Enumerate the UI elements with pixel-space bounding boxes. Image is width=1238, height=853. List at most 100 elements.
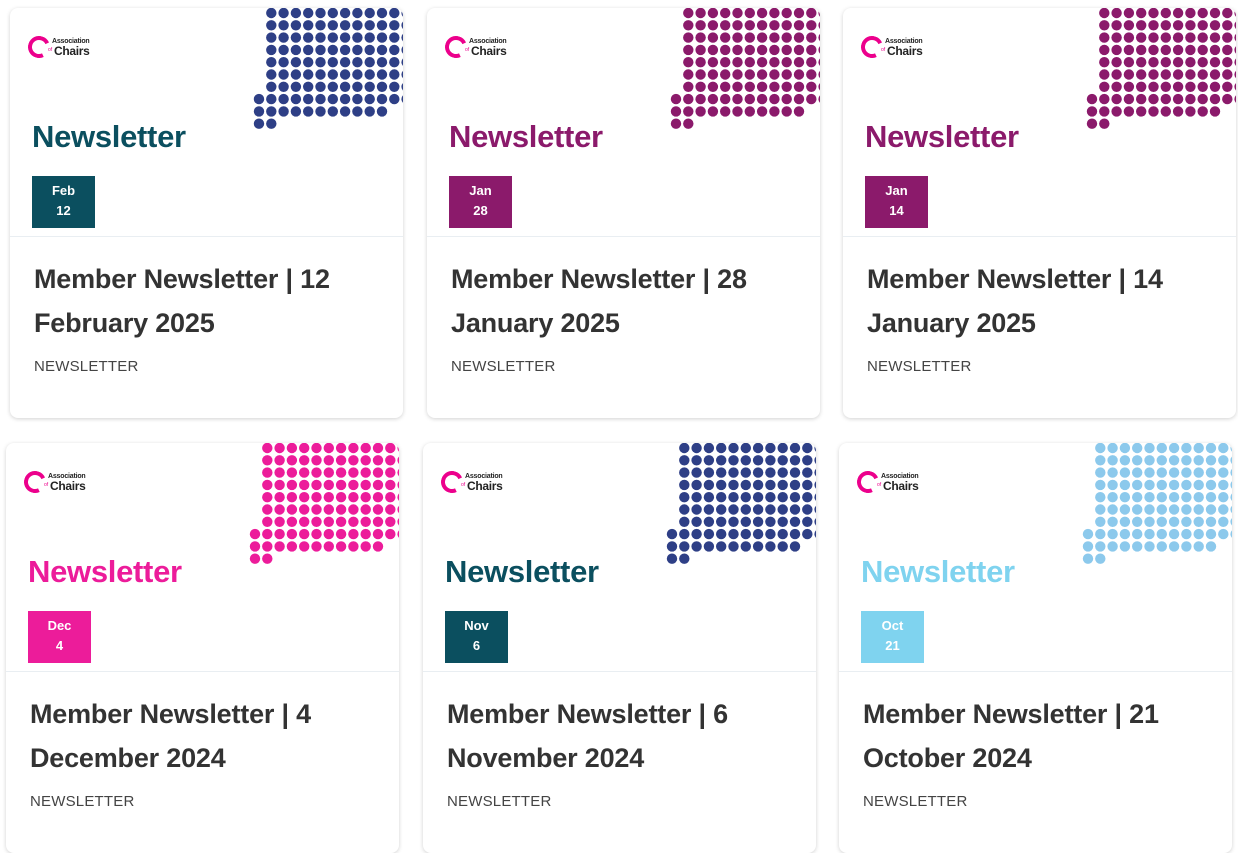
- bubble-dot: [1197, 20, 1208, 31]
- bubble-dot: [1172, 8, 1184, 19]
- bubble-dot: [732, 44, 743, 56]
- bubble-dot: [335, 455, 347, 466]
- association-of-chairs-logo: Association of Chairs: [437, 467, 531, 499]
- card-title-link[interactable]: Member Newsletter | 6 November 2024: [447, 692, 797, 780]
- bubble-dot: [793, 81, 805, 93]
- newsletter-card[interactable]: Association of Chairs Newsletter Feb 12 Member…: [10, 8, 403, 418]
- bubble-dot: [290, 81, 302, 93]
- bubble-dot: [352, 57, 363, 68]
- bubble-dot: [691, 455, 702, 466]
- bubble-dot: [679, 516, 690, 527]
- bubble-dot: [266, 93, 277, 105]
- bubble-dot: [769, 93, 780, 105]
- bubble-dot: [703, 492, 715, 503]
- bubble-dot: [814, 518, 816, 526]
- bubble-dot: [352, 32, 363, 43]
- bubble-dot: [249, 528, 261, 540]
- bubble-dot: [290, 20, 302, 31]
- card-title-link[interactable]: Member Newsletter | 12 February 2025: [34, 257, 384, 345]
- bubble-dot: [1107, 504, 1118, 515]
- bubble-dot: [1095, 504, 1106, 515]
- bubble-dot: [802, 516, 813, 527]
- newsletter-card[interactable]: Association of Chairs Newsletter Jan 14 Member…: [843, 8, 1236, 418]
- bubble-dot: [752, 443, 764, 454]
- bubble-dot: [397, 505, 399, 514]
- date-day: 14: [889, 203, 904, 218]
- bubble-dot: [1193, 541, 1204, 552]
- bubble-dot: [1160, 69, 1171, 80]
- card-divider: [6, 671, 399, 672]
- card-heading: Newsletter: [449, 119, 603, 154]
- bubble-dot: [728, 528, 739, 540]
- bubble-dot: [274, 504, 285, 515]
- bubble-dot: [744, 93, 755, 105]
- bubble-dot: [1222, 93, 1233, 105]
- bubble-dot: [1230, 518, 1232, 526]
- bubble-dot: [740, 455, 751, 466]
- bubble-dot: [364, 20, 375, 31]
- bubble-dot: [262, 528, 273, 540]
- bubble-dot: [389, 8, 400, 19]
- bubble-dot: [352, 106, 363, 117]
- bubble-dot: [1144, 479, 1155, 491]
- bubble-dot: [777, 492, 788, 503]
- bubble-dot: [683, 69, 694, 80]
- card-divider: [423, 671, 816, 672]
- newsletter-card[interactable]: Association of Chairs Newsletter Nov 6 Member …: [423, 443, 816, 853]
- bubble-dot: [323, 455, 334, 466]
- bubble-dot: [389, 44, 400, 56]
- bubble-dot: [299, 479, 310, 491]
- bubble-dot: [814, 468, 816, 477]
- bubble-dot: [1132, 467, 1143, 478]
- card-title-link[interactable]: Member Newsletter | 21 October 2024: [863, 692, 1213, 780]
- bubble-dot: [1136, 106, 1147, 117]
- bubble-dot: [744, 106, 755, 117]
- bubble-dot: [253, 106, 265, 117]
- bubble-dot: [303, 81, 314, 93]
- bubble-dot: [1234, 21, 1236, 30]
- bubble-dot: [695, 81, 706, 93]
- card-title-link[interactable]: Member Newsletter | 28 January 2025: [451, 257, 801, 345]
- card-divider: [843, 236, 1236, 237]
- bubble-dot: [756, 20, 768, 31]
- bubble-dot: [262, 553, 273, 564]
- bubble-dot: [1086, 118, 1098, 129]
- card-title-link[interactable]: Member Newsletter | 14 January 2025: [867, 257, 1217, 345]
- newsletter-card[interactable]: Association of Chairs Newsletter Jan 28 Member…: [427, 8, 820, 418]
- bubble-dot: [703, 504, 715, 515]
- bubble-dot: [1168, 455, 1180, 466]
- bubble-dot: [1222, 81, 1233, 93]
- bubble-dot: [1234, 46, 1236, 54]
- bubble-dot: [683, 20, 694, 31]
- bubble-dot: [1099, 32, 1110, 43]
- bubble-dot: [1205, 455, 1217, 466]
- bubble-dot: [1095, 516, 1106, 527]
- logo-text-bottom: Chairs: [54, 44, 90, 58]
- bubble-dot: [1172, 57, 1184, 68]
- bubble-dot: [1160, 57, 1171, 68]
- bubble-dot: [1185, 44, 1196, 56]
- bubble-dot: [806, 20, 817, 31]
- card-title-link[interactable]: Member Newsletter | 4 December 2024: [30, 692, 380, 780]
- bubble-dot: [311, 528, 322, 540]
- bubble-dot: [364, 8, 375, 19]
- bubble-dot: [401, 46, 403, 54]
- bubble-dot: [691, 504, 702, 515]
- bubble-dot: [1111, 57, 1122, 68]
- bubble-dot: [1222, 8, 1233, 19]
- bubble-dot: [806, 57, 817, 68]
- bubble-dot: [781, 20, 792, 31]
- bubble-dot: [1218, 467, 1229, 478]
- bubble-dot: [1234, 83, 1236, 91]
- bubble-dot: [1119, 443, 1131, 454]
- logo-text-bottom: Chairs: [467, 479, 503, 493]
- bubble-dot: [765, 479, 776, 491]
- newsletter-card[interactable]: Association of Chairs Newsletter Dec 4 Member …: [6, 443, 399, 853]
- bubble-dot: [1136, 57, 1147, 68]
- bubble-dot: [777, 504, 788, 515]
- newsletter-card[interactable]: Association of Chairs Newsletter Oct 21 Member…: [839, 443, 1232, 853]
- bubble-dot: [707, 44, 719, 56]
- bubble-dot: [389, 81, 400, 93]
- bubble-dot: [756, 32, 768, 43]
- bubble-dot: [1136, 20, 1147, 31]
